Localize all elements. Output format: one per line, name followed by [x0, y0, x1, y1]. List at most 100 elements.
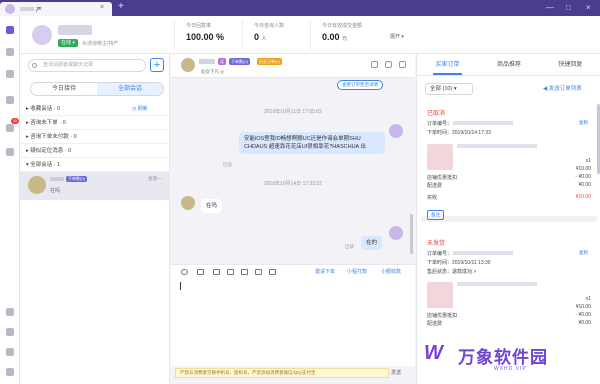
watermark: W 万象软件园 WXHD.VIP — [424, 340, 594, 380]
notification-badge: 11 — [11, 118, 20, 124]
search-input[interactable]: 查询消费者或聊天记录 — [28, 59, 146, 72]
send-button[interactable]: 发送 — [391, 368, 401, 378]
small-receive-link[interactable]: 小额收款 — [381, 268, 401, 275]
link-icon[interactable] — [213, 269, 220, 275]
shop-name-redacted — [20, 7, 34, 11]
shop-avatar — [5, 4, 15, 14]
stats-icon[interactable] — [6, 96, 14, 104]
group-unpaid[interactable]: ▸ 咨询下单未付款 · 0 — [20, 130, 170, 144]
watermark-url: WXHD.VIP — [494, 366, 527, 372]
group-all[interactable]: ▾ 全部会话 · 1 — [20, 158, 170, 172]
minimize-icon[interactable]: — — [546, 1, 554, 15]
notification-icon[interactable] — [6, 124, 14, 132]
add-button[interactable]: + — [150, 58, 164, 72]
quantity: x1 — [585, 296, 591, 302]
note-button[interactable]: 备注 — [427, 210, 444, 220]
tab-quick-reply[interactable]: 快捷回复 — [540, 54, 600, 75]
chat-icon[interactable] — [6, 26, 14, 34]
shop-header: 在线 ▾ 水漫惊嗬主/特产 今日回复率 100.00 % 今日咨询人数 0 人 … — [20, 16, 600, 54]
group-no-order[interactable]: ▸ 咨询未下单 · 0 — [20, 116, 170, 130]
close-window-icon[interactable]: × — [586, 1, 591, 15]
session-list-panel: 查询消费者或聊天记录 + 今日接待 全部会话 ▸ 收藏会话 · 0 ◷ 刷新 ▸… — [20, 54, 170, 384]
session-time: 星期一 · — [148, 176, 165, 181]
copy-button[interactable]: 复制 — [579, 120, 588, 126]
stat-visitors: 今日咨询人数 0 人 — [254, 22, 284, 42]
new-tab-icon[interactable]: + — [118, 2, 124, 12]
product-name-redacted — [457, 144, 537, 148]
order-time: 下单时间：2019/10/11 13:30 — [427, 260, 491, 266]
warning-banner: 严禁与消费者交换手机号、座机号，严禁添加消费者微信/QQ/支付宝 — [175, 368, 389, 378]
order-status: 已取消 — [427, 111, 446, 117]
tab-close-icon[interactable]: × — [100, 4, 104, 11]
chat-scrollbar[interactable] — [410, 214, 413, 254]
tab-recommend[interactable]: 商品推荐 — [478, 54, 539, 75]
video-icon[interactable] — [255, 269, 262, 275]
stat-label: 今日咨询人数 — [254, 23, 285, 29]
copy-button[interactable]: 复制 — [579, 250, 588, 256]
shop-discount-value: - ¥0.00 — [575, 174, 591, 180]
lock-icon[interactable] — [6, 70, 14, 78]
shipping-label: 配送费 — [427, 183, 443, 189]
order-status: 未发货 — [427, 241, 446, 247]
scissors-icon[interactable] — [197, 269, 204, 275]
session-item[interactable]: 下单数(0) 星期一 · 在吗 — [20, 172, 170, 200]
read-status: 已读 — [223, 162, 232, 167]
customer-name-redacted — [50, 177, 64, 181]
chat-header: 买 下单数(0) 历史订单(0) 仙女下凡 ◎ — [171, 54, 415, 78]
order-count-badge: 下单数(0) — [229, 58, 250, 65]
order-filter-select[interactable]: 全部 (10) ▾ — [425, 83, 473, 95]
refresh-button[interactable]: ◷ 刷新 — [132, 102, 148, 116]
quantity: x1 — [585, 158, 591, 164]
shop-tab[interactable]: 严 × — [0, 2, 112, 16]
tab-buyer-orders[interactable]: 买家订单 — [417, 54, 478, 75]
shipping-label: 配送费 — [427, 321, 443, 327]
stat-label: 今日有效成交金额 — [322, 23, 363, 29]
mini-pay-link[interactable]: 小程打款 — [347, 268, 367, 275]
stat-value: 100.00 % — [186, 32, 225, 42]
tab-today[interactable]: 今日接待 — [31, 83, 97, 95]
tab-all-sessions[interactable]: 全部会话 — [97, 83, 163, 95]
order-card: 已取消 订单编号： 复制 下单时间：2019/10/14 17:33 x1 ¥1… — [421, 104, 597, 222]
more-icon[interactable] — [399, 61, 406, 68]
agent-avatar — [389, 226, 403, 240]
image-icon[interactable] — [227, 269, 234, 275]
share-icon[interactable] — [385, 61, 392, 68]
paid-label: 实收 — [427, 195, 438, 201]
watermark-logo: W — [424, 342, 443, 364]
file-icon[interactable] — [269, 269, 276, 275]
phone-icon[interactable] — [6, 308, 14, 316]
search-icon — [32, 63, 37, 68]
emoji-icon[interactable] — [181, 269, 188, 275]
contacts-icon[interactable] — [6, 48, 14, 56]
message-input[interactable] — [171, 278, 415, 366]
customer-name-redacted — [199, 59, 215, 64]
tab-label: 严 — [36, 8, 43, 14]
customer-avatar — [181, 196, 195, 210]
maximize-icon[interactable]: □ — [566, 1, 571, 15]
order-number: 订单编号： — [427, 251, 453, 257]
stat-label: 今日回复率 — [186, 23, 212, 29]
expand-dropdown[interactable]: 展开 ▾ — [390, 33, 404, 40]
grid-icon[interactable] — [6, 328, 14, 336]
title-bar: 严 × + — □ × — [0, 0, 600, 16]
shop-logo — [32, 25, 52, 45]
shop-name-redacted — [58, 25, 92, 35]
nav-rail: 11 — [0, 16, 20, 384]
group-suspicious[interactable]: ▸ 疑似定位消息 · 0 — [20, 144, 170, 158]
warning-icon[interactable] — [371, 61, 378, 68]
price: ¥10.00 — [575, 166, 591, 172]
after-sale-status[interactable]: 售后状态：退款成功 > — [427, 268, 476, 275]
online-status-dropdown[interactable]: 在线 ▾ — [58, 39, 78, 47]
order-number-redacted — [453, 121, 513, 125]
speaker-icon[interactable] — [6, 148, 14, 156]
view-order-aftersale-button[interactable]: 查看订单售后详情 — [337, 80, 383, 90]
send-order-list-button[interactable]: ◀ 发送订单列表 — [543, 84, 582, 92]
timestamp: 2019年10月11日 17:55:02 — [264, 109, 322, 115]
customer-message-bubble: 在吗 — [201, 199, 223, 213]
avatar — [181, 58, 195, 72]
mail-icon[interactable] — [241, 269, 248, 275]
home-icon[interactable] — [6, 348, 14, 356]
read-status: 已读 — [345, 244, 354, 249]
settings-icon[interactable] — [6, 368, 14, 376]
invite-order-link[interactable]: 邀请下单 — [315, 268, 335, 275]
